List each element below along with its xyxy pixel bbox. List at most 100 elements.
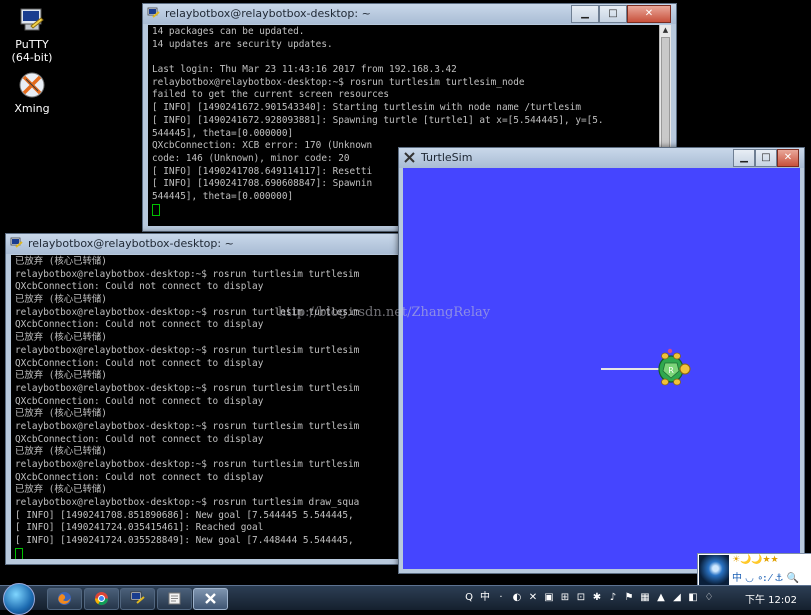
ime-toolbar[interactable]: ☀🌙🌙★★ 中 ◡ ∘ꓽ ⁄ ⚓ 🔍	[697, 553, 811, 587]
tray-icon[interactable]: ♢	[702, 591, 716, 605]
ime-tools-row[interactable]: 中 ◡ ∘ꓽ ⁄ ⚓ 🔍	[732, 569, 799, 584]
tray-icon[interactable]: ◐	[510, 591, 524, 605]
titlebar[interactable]: relaybotbox@relaybotbox-desktop: ~	[6, 234, 409, 254]
terminal-line: relaybotbox@relaybotbox-desktop:~$ rosru…	[15, 344, 360, 356]
terminal-line: [ INFO] [1490241708.690608847]: Spawnin	[152, 178, 373, 190]
maximize-button[interactable]: □	[599, 5, 627, 23]
terminal-line: 已放弃 (核心已转储)	[15, 332, 107, 344]
tray-icon[interactable]: ♪	[606, 591, 620, 605]
terminal-line: [ INFO] [1490241672.901543340]: Starting…	[152, 102, 581, 114]
chrome-icon	[95, 592, 108, 605]
ime-weather-row: ☀🌙🌙★★	[732, 555, 779, 565]
terminal-line: 已放弃 (核心已转储)	[15, 370, 107, 382]
xming-icon	[404, 152, 415, 163]
terminal-line: 14 updates are security updates.	[152, 38, 333, 50]
terminal-text: 已放弃 (核心已转储) relaybotbox@relaybotbox-desk…	[11, 255, 409, 559]
terminal-line: QXcbConnection: XCB error: 170 (Unknown	[152, 140, 373, 152]
maximize-button[interactable]: □	[755, 149, 777, 167]
xming-icon	[17, 70, 47, 100]
taskbar: Q 中 · ◐ ✕ ▣ ⊞ ⊡ ✱ ♪ ⚑ ▦ ▲ ◢ ◧ ♢ 下午 12:02	[0, 583, 811, 615]
terminal-line: relaybotbox@relaybotbox-desktop:~$ rosru…	[15, 459, 360, 470]
terminal-line: relaybotbox@relaybotbox-desktop:~$ rosru…	[152, 76, 525, 88]
desktop-icon-xming[interactable]: Xming	[1, 70, 63, 115]
terminal-line: 544445], theta=[0.000000]	[152, 190, 294, 202]
terminal-line: 已放弃 (核心已转储)	[15, 408, 107, 420]
terminal-line: [ INFO] [1490241724.035528849]: New goal…	[15, 535, 354, 547]
start-orb-icon[interactable]	[3, 583, 35, 615]
terminal-cursor	[152, 203, 160, 216]
desktop-icon-xming-label: Xming	[14, 102, 50, 115]
tray-icon[interactable]: ·	[494, 591, 508, 605]
watermark-text: http://blog.csdn.net/ZhangRelay	[278, 305, 491, 320]
close-button[interactable]: ✕	[627, 5, 671, 23]
titlebar[interactable]: relaybotbox@relaybotbox-desktop: ~ ▁ □ ✕	[143, 4, 676, 24]
putty-window-bottom[interactable]: relaybotbox@relaybotbox-desktop: ~ 已放弃 (…	[5, 233, 410, 565]
taskbar-files[interactable]	[157, 588, 192, 610]
terminal-line: failed to get the current screen resourc…	[152, 89, 390, 101]
galaxy-thumbnail-icon	[699, 555, 729, 585]
terminal-line: QXcbConnection: Could not connect to dis…	[15, 433, 264, 445]
terminal-line: relaybotbox@relaybotbox-desktop:~$ rosru…	[15, 382, 360, 394]
xming-icon	[205, 593, 216, 604]
tray-icon[interactable]: ⚑	[622, 591, 636, 605]
terminal-line: [ INFO] [1490241708.851890686]: New goal…	[15, 509, 354, 521]
tray-icon[interactable]: ⊞	[558, 591, 572, 605]
tray-icon[interactable]: ✕	[526, 591, 540, 605]
taskbar-xming[interactable]	[193, 588, 228, 610]
terminal-line: 已放弃 (核心已转储)	[15, 446, 107, 458]
terminal-line: QXcbConnection: Could not connect to dis…	[15, 395, 264, 407]
minimize-button[interactable]: ▁	[571, 5, 599, 23]
tray-icon[interactable]: ✱	[590, 591, 604, 605]
terminal-line: 已放弃 (核心已转储)	[15, 484, 107, 496]
terminal-line: 已放弃 (核心已转储)	[15, 294, 107, 306]
desktop-icon-putty-label: PuTTY (64-bit)	[11, 38, 53, 64]
terminal-line: QXcbConnection: Could not connect to dis…	[15, 471, 264, 483]
close-button[interactable]: ✕	[777, 149, 799, 167]
turtle-icon: R	[658, 348, 691, 386]
terminal-line: QXcbConnection: Could not connect to dis…	[15, 281, 264, 293]
terminal-line: Last login: Thu Mar 23 11:43:16 2017 fro…	[152, 64, 457, 76]
system-tray[interactable]: Q 中 · ◐ ✕ ▣ ⊞ ⊡ ✱ ♪ ⚑ ▦ ▲ ◢ ◧ ♢	[462, 590, 716, 606]
clock[interactable]: 下午 12:02	[745, 591, 797, 606]
putty-icon	[17, 6, 47, 36]
terminal-line: 已放弃 (核心已转储)	[15, 256, 107, 267]
terminal-line: code: 146 (Unknown), minor code: 20	[152, 152, 350, 164]
terminal-output[interactable]: 已放弃 (核心已转储) relaybotbox@relaybotbox-desk…	[11, 255, 409, 559]
terminal-line: 544445], theta=[0.000000]	[152, 127, 294, 139]
tray-icon[interactable]: ⊡	[574, 591, 588, 605]
titlebar[interactable]: TurtleSim ▁ □ ✕	[399, 148, 804, 168]
terminal-line: relaybotbox@relaybotbox-desktop:~$ rosru…	[15, 268, 360, 280]
putty-icon	[147, 7, 160, 18]
minimize-button[interactable]: ▁	[733, 149, 755, 167]
turtlesim-canvas: R	[403, 168, 800, 569]
svg-text:R: R	[668, 366, 674, 375]
terminal-line: [ INFO] [1490241724.035415461]: Reached …	[15, 522, 264, 534]
terminal-line: QXcbConnection: Could not connect to dis…	[15, 319, 264, 331]
taskbar-putty[interactable]	[120, 588, 155, 610]
tray-icon[interactable]: ▦	[638, 591, 652, 605]
turtlesim-window[interactable]: TurtleSim ▁ □ ✕ R	[398, 147, 805, 574]
window-title: TurtleSim	[421, 151, 473, 164]
taskbar-firefox[interactable]	[47, 588, 82, 610]
tray-icon[interactable]: ◢	[670, 591, 684, 605]
terminal-cursor	[15, 547, 23, 559]
tray-icon[interactable]: ▣	[542, 591, 556, 605]
firefox-icon	[58, 592, 71, 605]
terminal-line: relaybotbox@relaybotbox-desktop:~$ rosru…	[15, 420, 360, 432]
putty-icon	[130, 591, 145, 604]
taskbar-chrome[interactable]	[84, 588, 119, 610]
terminal-line: 14 packages can be updated.	[152, 26, 305, 37]
tray-icon[interactable]: ◧	[686, 591, 700, 605]
files-icon	[168, 592, 181, 605]
scroll-up-arrow-icon[interactable]: ▲	[660, 25, 671, 36]
terminal-line: [ INFO] [1490241672.928093881]: Spawning…	[152, 114, 604, 126]
desktop: PuTTY (64-bit) Xming relaybotbox@relaybo…	[0, 0, 811, 615]
tray-icon[interactable]: Q	[462, 591, 476, 605]
terminal-line: QXcbConnection: Could not connect to dis…	[15, 357, 264, 369]
tray-icon[interactable]: 中	[478, 591, 492, 605]
terminal-line: [ INFO] [1490241708.649114117]: Resetti	[152, 165, 373, 177]
putty-icon	[10, 237, 23, 248]
window-title: relaybotbox@relaybotbox-desktop: ~	[165, 7, 371, 20]
desktop-icon-putty[interactable]: PuTTY (64-bit)	[1, 6, 63, 64]
tray-icon[interactable]: ▲	[654, 591, 668, 605]
